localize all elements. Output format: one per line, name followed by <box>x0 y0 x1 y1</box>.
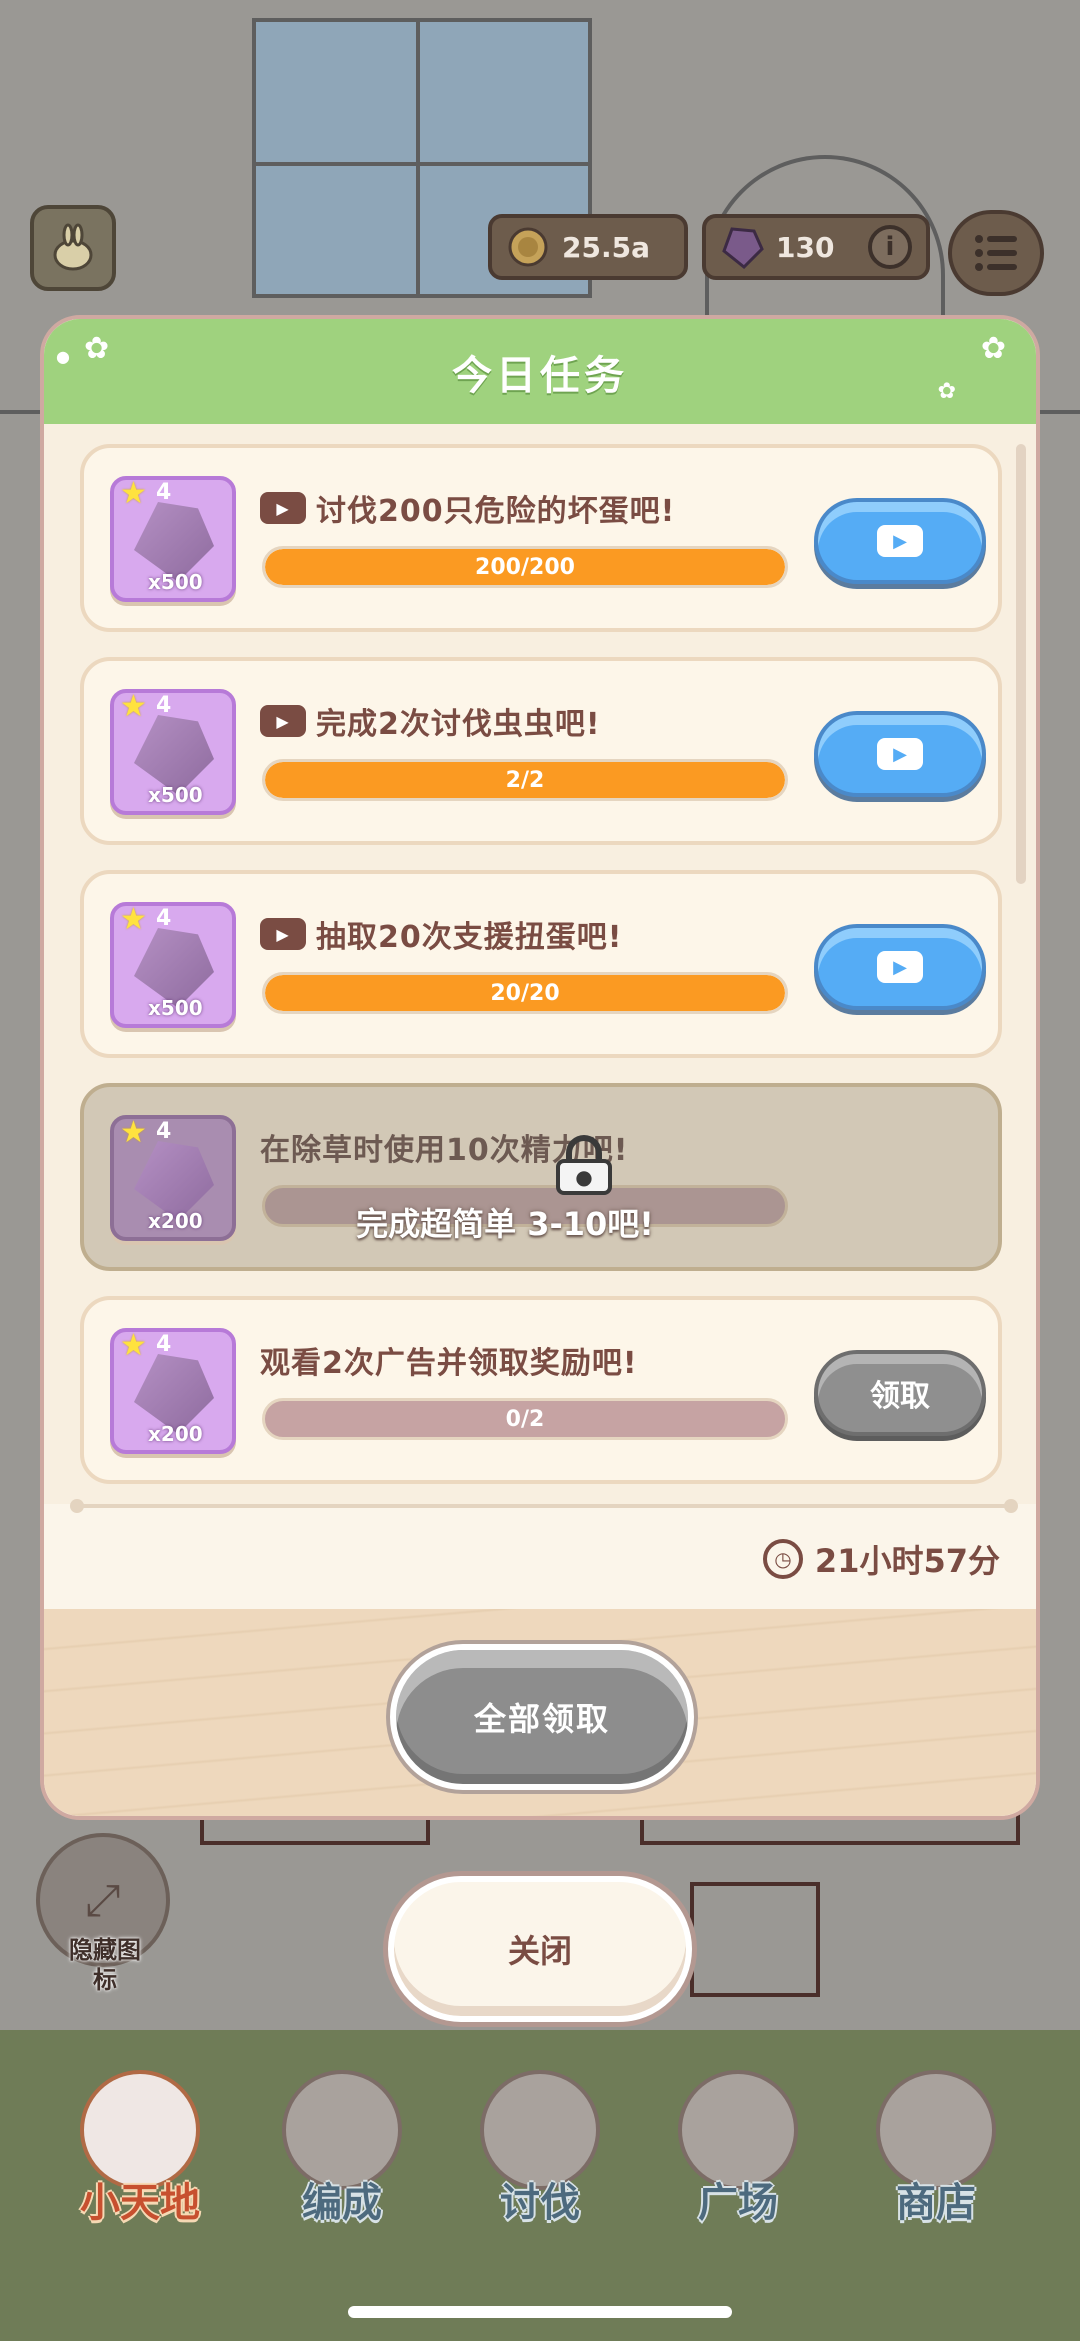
play-icon: ▶ <box>877 738 923 770</box>
nav-item-shop[interactable]: 商店 <box>836 2030 1036 2260</box>
star-icon: ★ <box>120 1115 147 1150</box>
star-icon: ★ <box>120 476 147 511</box>
progress-bar: 20/20 <box>262 972 788 1014</box>
unlock-requirement: 完成超简单 3-10吧! <box>356 1205 654 1243</box>
claim-button[interactable]: 领取 <box>814 1350 986 1436</box>
close-button[interactable]: 关闭 <box>388 1876 692 2022</box>
claim-all-button[interactable]: 全部领取 <box>390 1644 694 1790</box>
flower-icon: ● <box>56 347 70 366</box>
divider <box>70 1499 1018 1513</box>
reward-gem-icon: ★ 4 x500 <box>110 689 236 815</box>
task-text: 讨伐200只危险的坏蛋吧! <box>316 494 676 529</box>
list-menu-icon <box>975 235 1017 271</box>
flower-icon: ✿ <box>937 379 956 404</box>
progress-label: 20/20 <box>490 980 560 1006</box>
progress-bar: 2/2 <box>262 759 788 801</box>
star-level: 4 <box>156 1119 172 1144</box>
progress-bar: 200/200 <box>262 546 788 588</box>
nav-label: 小天地 <box>80 2180 200 2226</box>
play-icon: ▶ <box>877 951 923 983</box>
star-icon: ★ <box>120 689 147 724</box>
flower-icon: ✿ <box>980 331 1006 366</box>
play-icon: ▶ <box>877 525 923 557</box>
star-icon: ★ <box>120 902 147 937</box>
reward-quantity: x500 <box>148 996 203 1020</box>
task-card: ★ 4 x500 ▶ 抽取20次支援扭蛋吧! 20/20 ▶ <box>80 870 1002 1058</box>
progress-label: 200/200 <box>475 554 575 580</box>
coin-counter: 25.5a <box>488 214 688 280</box>
video-icon: ▶ <box>260 918 306 950</box>
home-indicator[interactable] <box>348 2306 732 2318</box>
star-level: 4 <box>156 693 172 718</box>
info-icon[interactable]: i <box>868 225 912 269</box>
lock-icon: ● <box>556 1135 612 1195</box>
watch-video-button[interactable]: ▶ <box>814 924 986 1010</box>
nav-label: 广场 <box>698 2180 778 2226</box>
task-text: 完成2次讨伐虫虫吧! <box>316 707 601 742</box>
reward-quantity: x200 <box>148 1422 203 1446</box>
progress-label: 2/2 <box>505 767 545 793</box>
video-icon: ▶ <box>260 705 306 737</box>
task-description: ▶ 完成2次讨伐虫虫吧! <box>260 699 601 743</box>
task-text: 抽取20次支援扭蛋吧! <box>316 920 623 955</box>
gem-amount: 130 <box>776 230 835 264</box>
nav-item-battle[interactable]: 讨伐 <box>440 2030 640 2260</box>
expand-arrows-icon: ⤢ <box>85 1874 121 1926</box>
star-level: 4 <box>156 906 172 931</box>
nav-label: 编成 <box>302 2180 382 2226</box>
timer-text: 21小时57分 <box>814 1542 1000 1580</box>
gem-counter: 130 i <box>702 214 930 280</box>
coin-icon <box>508 227 548 267</box>
star-icon: ★ <box>120 1328 147 1363</box>
task-list[interactable]: ★ 4 x500 ▶ 讨伐200只危险的坏蛋吧! 200/200 ▶ ★ 4 x… <box>44 424 1036 1513</box>
task-description: ▶ 讨伐200只危险的坏蛋吧! <box>260 486 675 530</box>
star-level: 4 <box>156 1332 172 1357</box>
background-box <box>690 1882 820 1997</box>
task-description: 观看2次广告并领取奖励吧! <box>260 1338 638 1382</box>
hide-icons-label: 隐藏图标 <box>69 1936 141 1994</box>
task-card: ★ 4 x500 ▶ 讨伐200只危险的坏蛋吧! 200/200 ▶ <box>80 444 1002 632</box>
reset-timer: ◷ 21小时57分 <box>762 1536 1000 1582</box>
gem-icon <box>722 227 764 269</box>
task-card-locked: ★ 4 x200 在除草时使用10次精力吧! ● 完成超简单 3-10吧! <box>80 1083 1002 1271</box>
reward-gem-icon: ★ 4 x500 <box>110 476 236 602</box>
watch-video-button[interactable]: ▶ <box>814 711 986 797</box>
reward-quantity: x500 <box>148 570 203 594</box>
character-icon-button[interactable] <box>30 205 116 291</box>
reward-quantity: x500 <box>148 783 203 807</box>
reward-gem-icon: ★ 4 x500 <box>110 902 236 1028</box>
nav-item-plaza[interactable]: 广场 <box>638 2030 838 2260</box>
video-icon: ▶ <box>260 492 306 524</box>
nav-item-formation[interactable]: 编成 <box>242 2030 442 2260</box>
progress-bar: 0/2 <box>262 1398 788 1440</box>
scrollbar[interactable] <box>1016 444 1026 884</box>
flower-icon: ✿ <box>84 331 110 366</box>
progress-label: 0/2 <box>505 1406 545 1432</box>
modal-title: 今日任务 <box>452 352 628 399</box>
nav-label: 商店 <box>896 2180 976 2226</box>
nav-label: 讨伐 <box>500 2180 580 2226</box>
task-description: ▶ 抽取20次支援扭蛋吧! <box>260 912 622 956</box>
watch-video-button[interactable]: ▶ <box>814 498 986 584</box>
menu-button[interactable] <box>948 210 1044 296</box>
bunny-icon <box>53 223 93 271</box>
task-card: ★ 4 x500 ▶ 完成2次讨伐虫虫吧! 2/2 ▶ <box>80 657 1002 845</box>
coin-amount: 25.5a <box>562 230 650 264</box>
nav-item-home[interactable]: 小天地 <box>40 2030 240 2260</box>
bottom-nav: 小天地 编成 讨伐 广场 商店 <box>0 2030 1080 2310</box>
modal-header: ✿ ● ✿ ✿ 今日任务 <box>44 319 1036 424</box>
star-level: 4 <box>156 480 172 505</box>
daily-tasks-modal: ✿ ● ✿ ✿ 今日任务 ★ 4 x500 ▶ 讨伐200只危险的坏蛋吧! 20… <box>40 315 1040 1820</box>
task-text: 观看2次广告并领取奖励吧! <box>260 1346 638 1381</box>
reward-gem-icon: ★ 4 x200 <box>110 1328 236 1454</box>
task-card: ★ 4 x200 观看2次广告并领取奖励吧! 0/2 领取 <box>80 1296 1002 1484</box>
stopwatch-icon: ◷ <box>762 1539 803 1579</box>
